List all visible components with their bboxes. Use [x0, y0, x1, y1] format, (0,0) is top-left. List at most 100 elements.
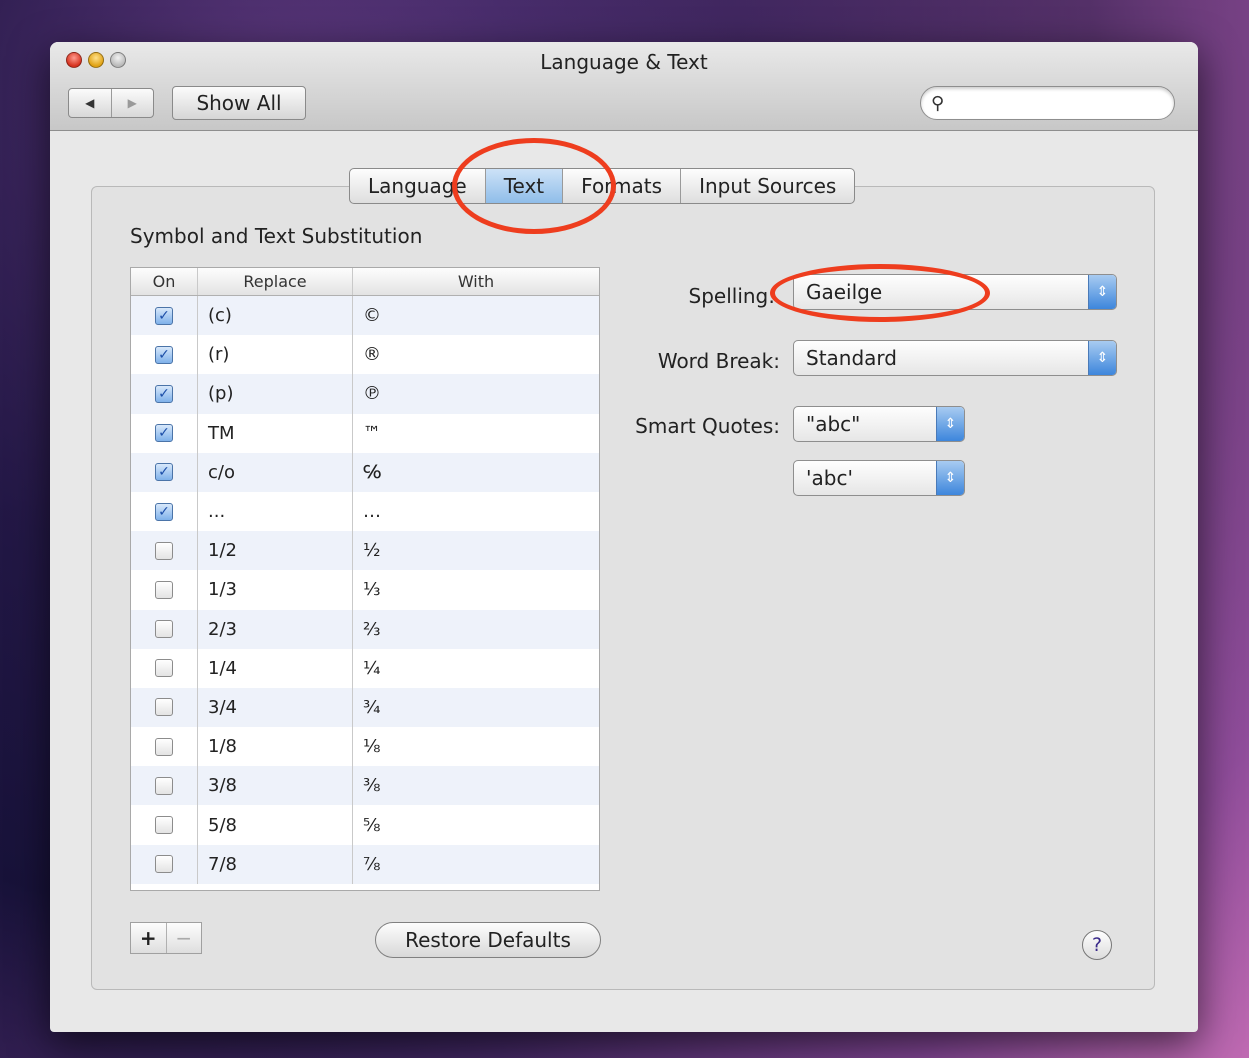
smart-quotes-label: Smart Quotes:	[635, 414, 780, 438]
header-on[interactable]: On	[131, 268, 198, 295]
remove-button[interactable]: −	[165, 923, 202, 953]
restore-defaults-button[interactable]: Restore Defaults	[375, 922, 601, 958]
enable-checkbox[interactable]	[155, 855, 173, 874]
spelling-popup[interactable]: Gaeilge ⇕	[793, 274, 1117, 310]
table-row[interactable]: 5/8 ⅝	[131, 805, 599, 845]
enable-checkbox[interactable]: ✓	[155, 384, 173, 403]
add-button[interactable]: +	[131, 923, 166, 953]
single-quotes-value: 'abc'	[806, 466, 853, 490]
tab-formats[interactable]: Formats	[562, 169, 680, 203]
enable-checkbox[interactable]	[155, 659, 173, 678]
with-cell[interactable]: ©	[353, 296, 599, 335]
tab-bar: Language Text Formats Input Sources	[349, 168, 856, 204]
word-break-value: Standard	[806, 346, 897, 370]
word-break-popup[interactable]: Standard ⇕	[793, 340, 1117, 376]
table-row[interactable]: ✓ (r) ®	[131, 335, 599, 375]
show-all-button[interactable]: Show All	[172, 86, 306, 120]
replace-cell[interactable]: (c)	[198, 296, 353, 336]
tab-text[interactable]: Text	[484, 169, 563, 203]
enable-checkbox[interactable]	[155, 737, 173, 756]
on-cell	[131, 609, 198, 649]
stepper-arrows-icon: ⇕	[936, 461, 964, 495]
replace-cell[interactable]: 1/2	[198, 531, 353, 571]
table-row[interactable]: 1/8 ⅛	[131, 727, 599, 767]
table-row[interactable]: ✓ c/o ℅	[131, 452, 599, 492]
header-replace[interactable]: Replace	[198, 268, 353, 295]
with-cell[interactable]: ⅓	[353, 570, 599, 609]
enable-checkbox[interactable]: ✓	[155, 345, 173, 364]
with-cell[interactable]: ¾	[353, 688, 599, 727]
replace-cell[interactable]: 1/4	[198, 648, 353, 688]
on-cell	[131, 648, 198, 688]
enable-checkbox[interactable]	[155, 580, 173, 599]
stepper-arrows-icon: ⇕	[936, 407, 964, 441]
table-row[interactable]: ✓ (c) ©	[131, 296, 599, 336]
search-input[interactable]	[950, 94, 1151, 112]
replace-cell[interactable]: 3/8	[198, 766, 353, 806]
help-button[interactable]: ?	[1082, 930, 1112, 960]
on-cell	[131, 844, 198, 884]
on-cell: ✓	[131, 296, 198, 336]
replace-cell[interactable]: TM	[198, 413, 353, 453]
on-cell	[131, 570, 198, 610]
with-cell[interactable]: …	[353, 492, 599, 531]
table-row[interactable]: 3/4 ¾	[131, 687, 599, 728]
enable-checkbox[interactable]	[155, 620, 173, 639]
enable-checkbox[interactable]: ✓	[155, 306, 173, 325]
table-row[interactable]: ✓...…	[131, 491, 599, 532]
tab-language[interactable]: Language	[350, 169, 485, 203]
replace-cell[interactable]: 2/3	[198, 609, 353, 649]
enable-checkbox[interactable]	[155, 776, 173, 795]
tab-input-sources[interactable]: Input Sources	[680, 169, 854, 203]
with-cell[interactable]: ⅔	[353, 610, 599, 649]
on-cell	[131, 687, 198, 728]
replace-cell[interactable]: 3/4	[198, 687, 353, 728]
replace-cell[interactable]: c/o	[198, 452, 353, 492]
enable-checkbox[interactable]	[155, 816, 173, 835]
search-icon: ⚲	[931, 92, 945, 114]
single-quotes-popup[interactable]: 'abc' ⇕	[793, 460, 965, 496]
table-row[interactable]: ✓ (p) ℗	[131, 374, 599, 414]
replace-cell[interactable]: 5/8	[198, 805, 353, 845]
replace-cell[interactable]: 1/3	[198, 570, 353, 610]
table-row[interactable]: 2/3 ⅔	[131, 609, 599, 649]
with-cell[interactable]: ™	[353, 414, 599, 453]
window-title: Language & Text	[540, 50, 708, 74]
with-cell[interactable]: ¼	[353, 649, 599, 688]
back-arrow-icon[interactable]: ◀	[69, 89, 111, 117]
enable-checkbox[interactable]	[155, 698, 173, 717]
double-quotes-popup[interactable]: "abc" ⇕	[793, 406, 965, 442]
with-cell[interactable]: ⅝	[353, 805, 599, 844]
on-cell: ✓	[131, 335, 198, 375]
table-row[interactable]: ✓ TM ™	[131, 413, 599, 453]
with-cell[interactable]: ⅞	[353, 845, 599, 884]
table-row[interactable]: 1/3 ⅓	[131, 570, 599, 610]
enable-checkbox[interactable]	[155, 541, 173, 560]
with-cell[interactable]: ℅	[353, 453, 599, 492]
header-with[interactable]: With	[353, 268, 599, 295]
on-cell	[131, 805, 198, 845]
table-row[interactable]: 1/2 ½	[131, 531, 599, 571]
replace-cell[interactable]: 1/8	[198, 727, 353, 767]
with-cell[interactable]: ½	[353, 531, 599, 570]
with-cell[interactable]: ⅛	[353, 727, 599, 766]
replace-cell[interactable]: 7/8	[198, 844, 353, 884]
forward-arrow-icon[interactable]: ▶	[110, 89, 154, 117]
table-row[interactable]: 3/8 ⅜	[131, 766, 599, 806]
on-cell: ✓	[131, 452, 198, 492]
replace-cell[interactable]: (r)	[198, 335, 353, 375]
replace-cell[interactable]: ...	[198, 491, 353, 532]
with-cell[interactable]: ℗	[353, 374, 599, 413]
with-cell[interactable]: ⅜	[353, 766, 599, 805]
section-title: Symbol and Text Substitution	[130, 224, 423, 248]
search-field[interactable]: ⚲	[920, 86, 1175, 120]
enable-checkbox[interactable]: ✓	[155, 502, 173, 521]
enable-checkbox[interactable]: ✓	[155, 463, 173, 482]
table-header: On Replace With	[131, 268, 599, 296]
double-quotes-value: "abc"	[806, 412, 861, 436]
table-row[interactable]: 7/8 ⅞	[131, 844, 599, 884]
replace-cell[interactable]: (p)	[198, 374, 353, 414]
enable-checkbox[interactable]: ✓	[155, 424, 173, 443]
table-row[interactable]: 1/4 ¼	[131, 648, 599, 688]
with-cell[interactable]: ®	[353, 335, 599, 374]
